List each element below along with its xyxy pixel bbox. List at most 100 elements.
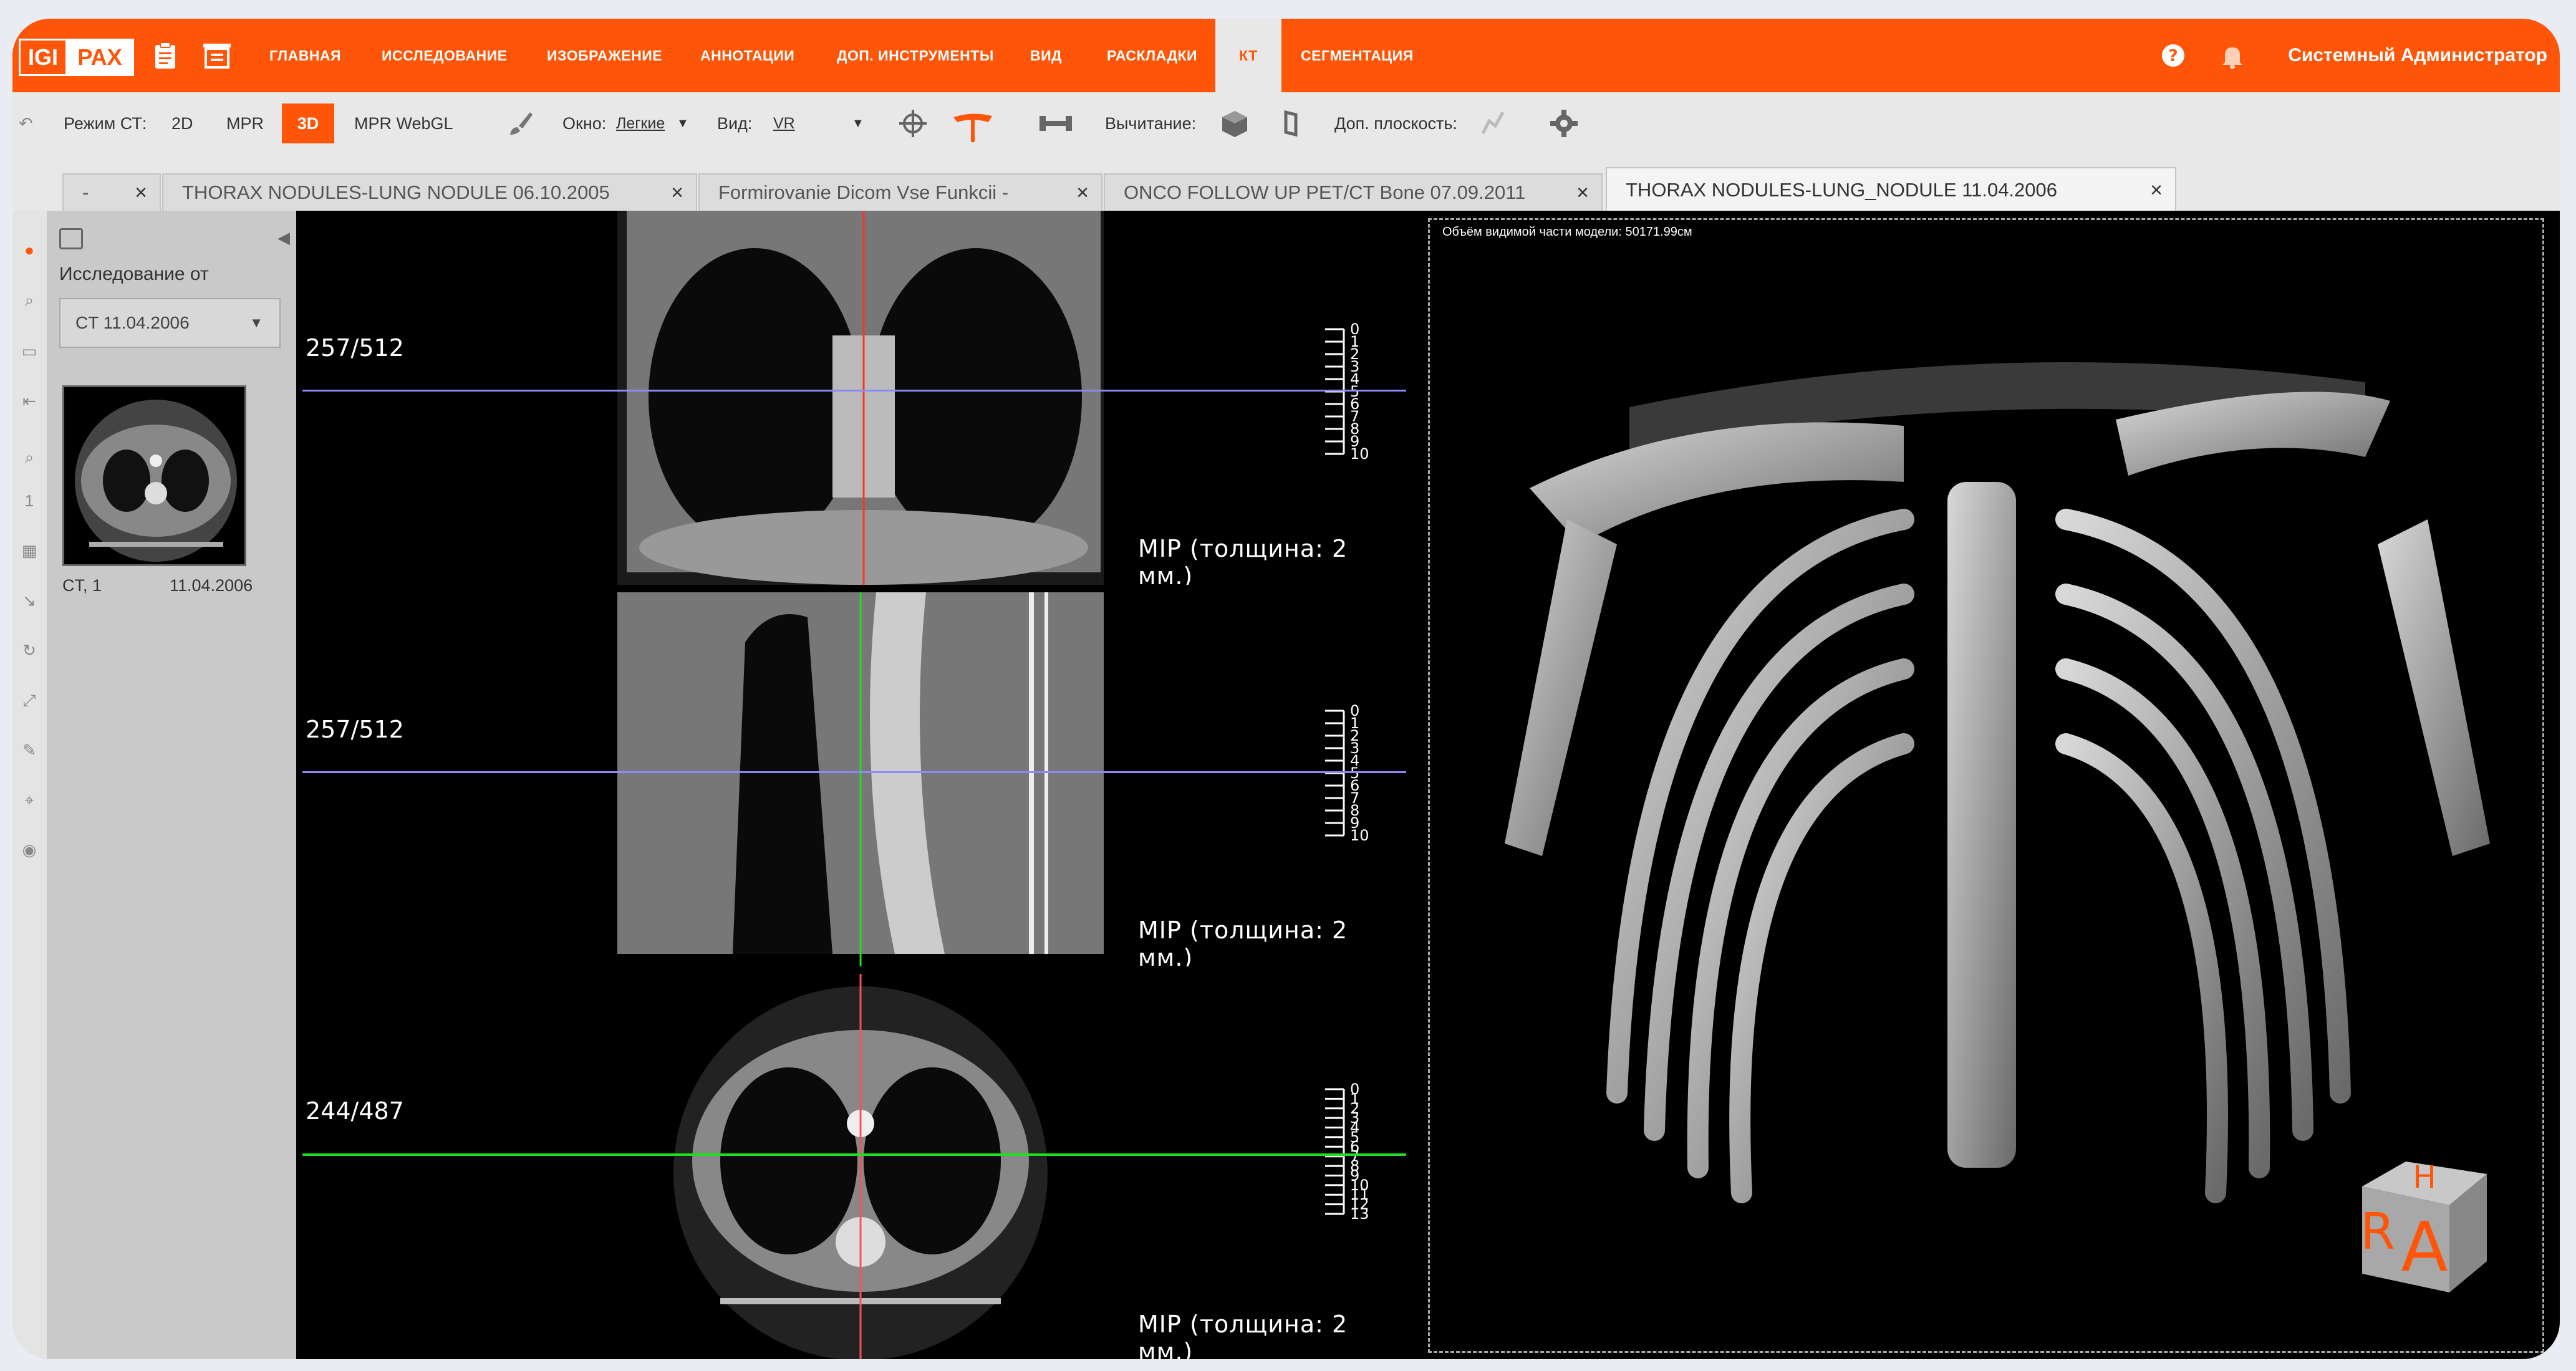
tool-arrow-icon[interactable]: ↘ [20,591,39,610]
tool-grid-icon[interactable]: ▦ [20,541,39,560]
view-dropdown-caret-icon[interactable]: ▼ [852,92,864,155]
crosshair-horizontal-line[interactable] [302,390,1406,392]
tab-close-icon[interactable]: × [1076,181,1089,205]
tab-label: Formirovanie Dicom Vse Funkcii - [718,181,1009,203]
tool-rotate-icon[interactable]: ↻ [20,641,39,660]
back-arrow-icon[interactable]: ↶ [19,92,33,155]
scissors-cut-icon[interactable] [951,108,995,142]
scale-tick-label: 13 [1350,1205,1369,1223]
study-tabs: - × THORAX NODULES-LUNG NODULE 06.10.200… [12,155,2560,212]
tab-blank[interactable]: - × [62,173,161,211]
tool-active-dot-icon[interactable]: ● [20,241,39,259]
crosshair-horizontal-line[interactable] [302,1153,1406,1156]
ruler-tool-icon[interactable] [1037,108,1074,138]
tool-pin-icon[interactable]: ⌖ [20,791,39,809]
slice-counter: 257/512 [306,334,404,362]
tab-formirovanie-dicom[interactable]: Formirovanie Dicom Vse Funkcii - × [698,173,1102,211]
volume-render-viewport[interactable]: Объём видимой части модели: 50171.99см H… [1428,218,2544,1353]
window-dropdown-caret-icon[interactable]: ▼ [677,92,689,155]
tool-adjust-icon[interactable]: ⇤ [20,392,39,410]
bell-icon[interactable] [2220,41,2245,70]
tool-pen-icon[interactable]: ✎ [20,741,39,759]
brush-icon[interactable] [505,108,535,138]
tool-search-icon[interactable]: ⌕ [20,291,39,309]
digipax-logo[interactable]: IGI PAX [19,39,134,76]
extra-plane-icon[interactable] [1478,108,1508,138]
window-select[interactable]: Легкие [616,92,665,155]
tab-close-icon[interactable]: × [1576,181,1589,205]
chevron-down-icon: ▼ [249,315,263,330]
app-window: IGI PAX ГЛАВНАЯ ИССЛЕДОВАНИЕ ИЗОБРАЖЕНИЕ… [12,19,2560,1359]
study-list-icon[interactable] [200,41,234,70]
scale-tick-label: 10 [1350,445,1369,463]
sidebar-toggle-icon[interactable] [59,228,83,249]
mode-3d-button[interactable]: 3D [282,103,334,143]
study-sidebar: ◀ Исследование от CT 11.04.2006 ▼ CT, 1 … [47,211,296,1359]
nav-study[interactable]: ИССЛЕДОВАНИЕ [382,19,508,92]
settings-gear-icon[interactable] [1549,108,1579,138]
mpr-viewport-sagittal[interactable]: 257/512 MIP (толщина: 2 мм.) 01234567891… [296,592,1406,966]
help-icon[interactable]: ? [2161,41,2186,70]
tab-thorax-2005[interactable]: THORAX NODULES-LUNG NODULE 06.10.2005 × [162,173,697,211]
window-label: Окно: [562,113,607,133]
nav-view[interactable]: ВИД [1030,19,1062,92]
thumbnail-series-label: CT, 1 [62,576,102,595]
mpr-viewport-coronal[interactable]: 257/512 MIP (толщина: 2 мм.) 01234567891… [296,211,1406,585]
crosshair-horizontal-line[interactable] [302,771,1406,773]
nav-layouts[interactable]: РАСКЛАДКИ [1107,19,1197,92]
tab-close-icon[interactable]: × [2150,178,2163,203]
mip-thickness-label: MIP (толщина: 2 мм.) [1138,535,1348,585]
nav-ct[interactable]: КТ [1215,19,1281,92]
tab-label: THORAX NODULES-LUNG NODULE 06.10.2005 [182,181,610,203]
slice-counter: 244/487 [306,1097,404,1125]
tab-onco-follow-up[interactable]: ONCO FOLLOW UP PET/CT Bone 07.09.2011 × [1104,173,1603,211]
series-thumbnail[interactable] [62,385,246,566]
cube-icon[interactable] [1220,108,1250,138]
mpr-viewport-axial[interactable]: 244/487 MIP (толщина: 2 мм.) 01234567891… [296,974,1406,1359]
tool-link-icon[interactable]: ⤢ [20,691,39,710]
view-select[interactable]: VR [773,92,795,155]
logo-part1: IGI [19,39,65,76]
ct-mode-label: Режим СТ: [64,113,147,133]
tab-thorax-2006[interactable]: THORAX NODULES-LUNG_NODULE 11.04.2006 × [1606,167,2176,212]
axial-image [673,974,1048,1359]
study-date-select[interactable]: CT 11.04.2006 ▼ [59,298,281,348]
cube-label-left: R [2360,1203,2395,1261]
subtraction-label: Вычитание: [1105,113,1197,133]
mode-mpr-webgl-button[interactable]: MPR WebGL [354,92,453,155]
thumbnail-date-label: 11.04.2006 [170,576,253,595]
orientation-cube-icon[interactable]: H R A [2350,1149,2499,1299]
scale-ruler: 012345678910 [1325,705,1369,844]
user-name[interactable]: Системный Администратор [2288,19,2547,92]
cube-label-front: A [2401,1207,2448,1287]
nav-segmentation[interactable]: СЕГМЕНТАЦИЯ [1301,19,1414,92]
tab-label: - [82,181,89,203]
tool-document-icon[interactable]: ▭ [20,342,39,360]
viewport-area: 257/512 MIP (толщина: 2 мм.) 01234567891… [296,211,2560,1359]
subtraction-mask-icon[interactable] [1277,108,1307,138]
scale-ruler: 012345678910 [1325,323,1369,463]
tab-close-icon[interactable]: × [671,181,683,205]
nav-home[interactable]: ГЛАВНАЯ [269,19,341,92]
nav-annotations[interactable]: АННОТАЦИИ [700,19,794,92]
tool-zoom-icon[interactable]: ⌕ [20,448,39,466]
ct-toolbar: ↶ Режим СТ: 2D MPR 3D MPR WebGL Окно: Ле… [12,92,2560,155]
mip-thickness-label: MIP (толщина: 2 мм.) [1138,1311,1348,1359]
mip-thickness-label: MIP (толщина: 2 мм.) [1138,916,1348,966]
tool-info-icon[interactable]: ◉ [20,840,39,859]
tool-one-icon[interactable]: 1 [20,491,39,510]
clipboard-icon[interactable] [153,41,178,70]
tab-close-icon[interactable]: × [135,181,147,205]
model-volume-info: Объём видимой части модели: 50171.99см [1442,225,1692,239]
nav-image[interactable]: ИЗОБРАЖЕНИЕ [547,19,662,92]
svg-text:?: ? [2168,47,2178,65]
sidebar-collapse-arrow-icon[interactable]: ◀ [277,228,290,248]
crosshair-icon[interactable] [898,108,928,138]
logo-part2: PAX [65,39,134,76]
mode-2d-button[interactable]: 2D [171,92,193,155]
nav-extra-tools[interactable]: ДОП. ИНСТРУМЕНТЫ [837,19,994,92]
study-date-value: CT 11.04.2006 [75,313,190,332]
tab-label: THORAX NODULES-LUNG_NODULE 11.04.2006 [1626,179,2058,201]
mode-mpr-button[interactable]: MPR [226,92,264,155]
coronal-image [617,211,1104,585]
